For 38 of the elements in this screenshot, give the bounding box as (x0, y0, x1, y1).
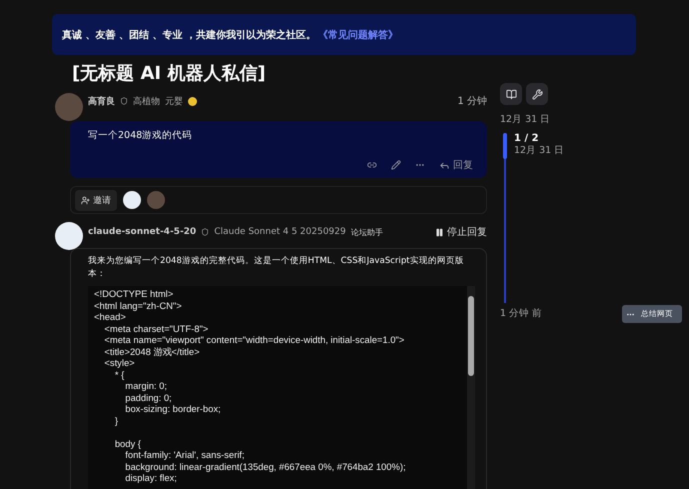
user-title: 元婴 (165, 96, 183, 108)
banner-text: 真诚 、友善 、团结 、专业 ，共建你我引以为荣之社区。 (62, 28, 316, 42)
stop-reply-button[interactable]: 停止回复 (435, 225, 487, 239)
user-plus-icon (81, 196, 90, 204)
timeline-end: 1 分钟 前 (500, 307, 544, 320)
reply-text: 我来为您编写一个2048游戏的完整代码。这是一个使用HTML、CSS和JavaScript实现的网页版本： (88, 255, 465, 281)
author-name[interactable]: claude-sonnet-4-5-20 (88, 227, 196, 237)
code-text: body { font-family: 'Arial', sans-serif; background: linear-gradient(135deg, #667eea 0%, #764ba2 100%); display: flex; (114, 438, 407, 484)
timeline-date: 12月 31 日 (514, 144, 564, 157)
message-text: 写一个2048游戏的代码 (88, 129, 194, 142)
shield-icon (120, 97, 128, 105)
post-time: 1 分钟 (457, 94, 487, 108)
wrench-icon (532, 88, 542, 100)
user-title: 论坛助手 (350, 226, 383, 238)
timeline-track[interactable] (504, 133, 506, 303)
timeline-position: 1 / 2 (514, 133, 540, 144)
invite-button[interactable]: 邀请 (75, 190, 117, 210)
user-group: 高植物 (133, 94, 160, 108)
book-button[interactable] (500, 83, 522, 105)
timeline-handle[interactable] (503, 133, 507, 158)
topic-title: [无标题 AI 机器人私信] (72, 62, 267, 85)
pencil-icon[interactable] (391, 160, 401, 170)
full-name: Claude Sonnet 4 5 20250929 (214, 227, 346, 237)
emoji-icon (188, 96, 197, 106)
code-text: <!DOCTYPE html> <html lang="zh-CN"> <head> <meta charset="UTF-8"> <meta name="viewport" content="width=device-width, initial-scale=1.0"> <title>2048 游戏</title> <style> * { margin: 0; padding: 0; box-sizing: border-box; } (94, 288, 406, 426)
shield-icon (201, 228, 210, 236)
timeline-start: 12月 31 日 (500, 113, 552, 126)
scrollbar[interactable] (467, 286, 475, 489)
reply-icon (439, 160, 450, 170)
bot-avatar[interactable] (55, 222, 83, 250)
book-icon (506, 88, 516, 100)
pause-icon (435, 228, 444, 236)
wrench-button[interactable] (526, 83, 548, 105)
reply-button[interactable]: 回复 (439, 158, 473, 172)
bot-avatar[interactable] (123, 191, 141, 209)
faq-link[interactable]: 《常见问题解答》 (318, 28, 398, 42)
link-icon[interactable] (367, 160, 377, 170)
author-name[interactable]: 高育良 (88, 94, 115, 108)
